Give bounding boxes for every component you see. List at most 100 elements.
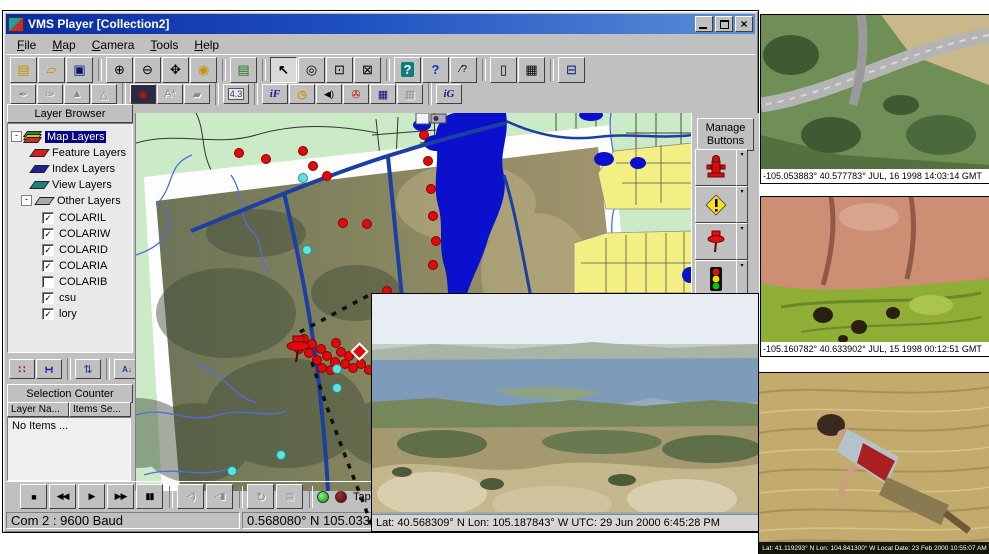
inset-photo[interactable]: Lat: 40.568309° N Lon: 105.187843° W UTC… <box>371 293 759 532</box>
photo-aerial-image <box>761 15 989 183</box>
alarm-tool-button[interactable]: ◷ <box>289 84 315 104</box>
film-tool-button[interactable]: ▦ <box>370 84 396 104</box>
terrain-down-button[interactable]: △ <box>91 84 117 104</box>
query-line-button[interactable]: ∕? <box>450 57 477 83</box>
ruler-tool-button[interactable]: 4.3 <box>223 84 249 104</box>
hydrant-dropdown[interactable]: ▾ <box>736 149 748 186</box>
select-rectangle-button[interactable]: ⊡ <box>326 57 353 83</box>
tree-item-lory[interactable]: ✓ lory <box>42 306 77 321</box>
attach-note-edit-button[interactable]: ✑ <box>37 84 63 104</box>
camera-tool-button[interactable]: ✇ <box>343 84 369 104</box>
terrain-up-button[interactable]: ▲ <box>64 84 90 104</box>
close-button[interactable]: × <box>735 16 753 32</box>
select-region-button[interactable]: ⊠ <box>354 57 381 83</box>
note-pin-icon: ✒ <box>18 88 27 101</box>
menu-camera[interactable]: Camera <box>85 37 142 53</box>
checkbox-checked[interactable]: ✓ <box>42 228 54 240</box>
open-collection-button[interactable]: ▱ <box>38 57 65 83</box>
feature-layer-icon <box>29 149 50 157</box>
center-map-button[interactable]: ◉ <box>190 57 217 83</box>
zoom-out-button[interactable]: ⊖ <box>134 57 161 83</box>
layer-refresh-button[interactable]: ⇅ <box>75 359 101 379</box>
checkbox-checked[interactable]: ✓ <box>42 260 54 272</box>
feature-info-button[interactable]: iF <box>262 84 288 104</box>
selection-counter-header[interactable]: Selection Counter <box>7 384 133 403</box>
photo-leaf-fingers[interactable]: -105.160782° 40.633902° JUL, 15 1998 00:… <box>760 196 989 357</box>
hydrant-button[interactable] <box>695 149 737 186</box>
stop-button[interactable]: ■ <box>20 484 47 509</box>
monitor-view-button[interactable]: ⊟ <box>558 57 585 83</box>
rewind-button[interactable]: ◀◀ <box>49 484 76 509</box>
toolbar-separator <box>386 59 390 81</box>
audio-pause-button[interactable]: ◁▮ <box>206 484 233 509</box>
checkbox-checked[interactable]: ✓ <box>42 212 54 224</box>
traffic-light-dropdown[interactable]: ▾ <box>736 260 748 297</box>
layer-stats-button[interactable]: ∷ <box>9 359 35 379</box>
photo-aerial-highway[interactable]: -105.053883° 40.577783° JUL, 16 1998 14:… <box>760 14 989 184</box>
layer-palette-button[interactable]: ∺ <box>36 359 62 379</box>
tree-item-colarib[interactable]: COLARIB <box>42 274 107 289</box>
manage-buttons-header[interactable]: Manage Buttons <box>697 118 754 151</box>
tree-item-colariw[interactable]: ✓ COLARIW <box>42 226 110 241</box>
menu-help[interactable]: Help <box>187 37 226 53</box>
collapse-icon[interactable]: - <box>11 131 22 142</box>
pan-button[interactable]: ✥ <box>162 57 189 83</box>
checkbox-unchecked[interactable] <box>42 276 54 288</box>
checkbox-checked[interactable]: ✓ <box>42 292 54 304</box>
select-cursor-button[interactable]: ↖ <box>270 57 297 83</box>
tape-window-button[interactable]: ▤ <box>276 484 303 509</box>
menu-file[interactable]: File <box>10 37 43 53</box>
tree-item-feature-layers[interactable]: Feature Layers <box>30 145 126 160</box>
query-area-button[interactable]: ? <box>394 57 421 83</box>
query-point-button[interactable]: ? <box>422 57 449 83</box>
traffic-light-button[interactable] <box>695 260 737 297</box>
monitor-icon: ⊟ <box>566 62 577 78</box>
pause-button[interactable]: ▮▮ <box>136 484 163 509</box>
tree-item-view-layers[interactable]: View Layers <box>30 177 112 192</box>
tree-item-map-layers[interactable]: - Map Layers <box>11 129 106 144</box>
fast-forward-button[interactable]: ▶▶ <box>107 484 134 509</box>
eraser-tool-button[interactable]: ▰ <box>184 84 210 104</box>
font-tool-button[interactable]: A* <box>157 84 183 104</box>
attach-note-button[interactable]: ✒ <box>10 84 36 104</box>
tree-item-index-layers[interactable]: Index Layers <box>30 161 115 176</box>
warning-button[interactable] <box>695 186 737 223</box>
camera-marker[interactable] <box>416 113 446 124</box>
new-collection-button[interactable]: ▤ <box>10 57 37 83</box>
pushpin-button[interactable] <box>695 223 737 260</box>
menu-tools[interactable]: Tools <box>143 37 185 53</box>
column-items-selected[interactable]: Items Se... <box>69 402 131 417</box>
empty-selection-text: No Items ... <box>12 420 68 432</box>
pushpin-dropdown[interactable]: ▾ <box>736 223 748 260</box>
audio-play-button[interactable]: ◁) <box>177 484 204 509</box>
tree-item-csu[interactable]: ✓ csu <box>42 290 76 305</box>
title-bar[interactable]: VMS Player [Collection2] × <box>6 14 755 34</box>
grid-tool-button[interactable]: ▦ <box>397 84 423 104</box>
layer-manager-button[interactable]: ▤ <box>230 57 257 83</box>
warning-dropdown[interactable]: ▾ <box>736 186 748 223</box>
tree-item-colaril[interactable]: ✓ COLARIL <box>42 210 106 225</box>
select-circle-button[interactable]: ◎ <box>298 57 325 83</box>
menu-map[interactable]: Map <box>45 37 82 53</box>
restore-button[interactable] <box>715 16 733 32</box>
tree-item-other-layers[interactable]: - Other Layers <box>21 193 121 208</box>
global-info-button[interactable]: iG <box>436 84 462 104</box>
record-control-button[interactable]: ◉ <box>130 84 156 104</box>
layer-browser-header[interactable]: Layer Browser <box>7 104 133 123</box>
window-layout-button[interactable]: ▯ <box>490 57 517 83</box>
toolbar-separator <box>122 83 126 105</box>
save-collection-button[interactable]: ▣ <box>66 57 93 83</box>
photo-person-grass[interactable]: Lat: 41.119293° N Lon: 104.841300° W Loc… <box>758 372 989 554</box>
loop-button[interactable]: ↻ <box>247 484 274 509</box>
window-overview-button[interactable]: ▦ <box>518 57 545 83</box>
collapse-icon[interactable]: - <box>21 195 32 206</box>
audio-tool-button[interactable]: ◀) <box>316 84 342 104</box>
checkbox-checked[interactable]: ✓ <box>42 244 54 256</box>
tree-item-colarid[interactable]: ✓ COLARID <box>42 242 108 257</box>
column-layer-name[interactable]: Layer Na... <box>7 402 69 417</box>
play-button[interactable]: ▶ <box>78 484 105 509</box>
zoom-in-button[interactable]: ⊕ <box>106 57 133 83</box>
checkbox-checked[interactable]: ✓ <box>42 308 54 320</box>
tree-item-colaria[interactable]: ✓ COLARIA <box>42 258 107 273</box>
minimize-button[interactable] <box>695 16 713 32</box>
